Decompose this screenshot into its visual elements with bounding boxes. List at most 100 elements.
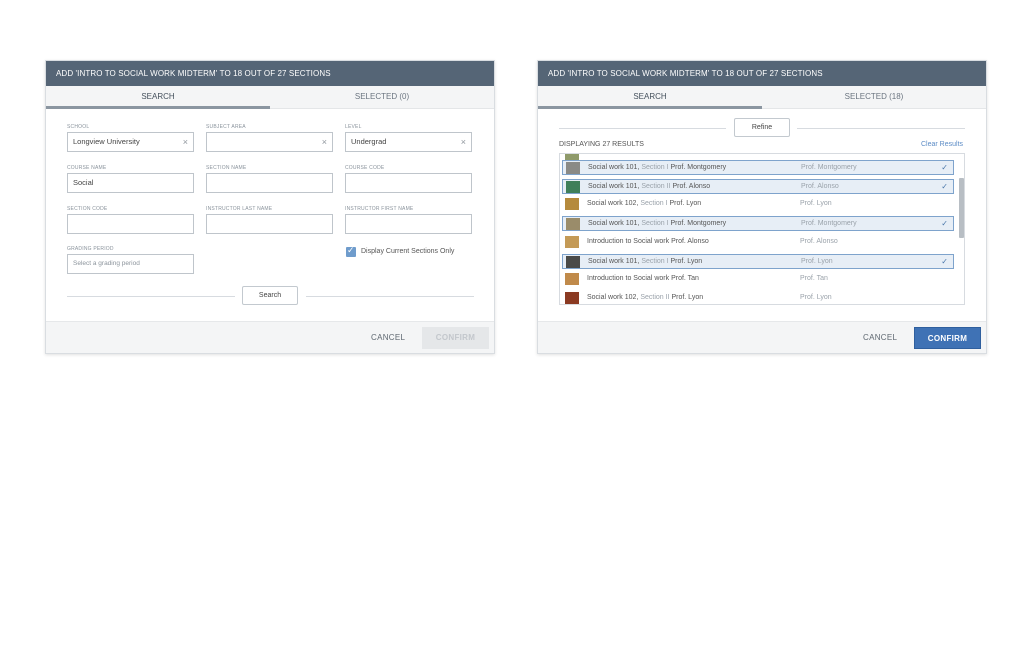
row-instructor: Prof. Lyon: [800, 293, 832, 301]
instructor-first-name-label: INSTRUCTOR FIRST NAME: [345, 206, 414, 212]
table-row[interactable]: Introduction to Social work Prof. Tan Pro…: [562, 272, 954, 287]
check-icon: ✓: [941, 219, 948, 229]
level-field[interactable]: Undergrad ×: [345, 132, 472, 152]
course-thumbnail: [566, 180, 580, 193]
section-code-field[interactable]: [67, 214, 194, 234]
cancel-button[interactable]: CANCEL: [371, 333, 405, 342]
section-name: Section I: [641, 164, 669, 171]
instructor-inline: Prof. Alonso: [672, 182, 711, 190]
instructor-inline: Prof. Alonso: [671, 237, 709, 245]
check-icon: ✓: [941, 163, 948, 172]
instructor-inline: Prof. Lyon: [670, 257, 703, 265]
row-course: Social work 101, Section I Prof. Montgom…: [588, 161, 726, 175]
table-row[interactable]: Social work 101, Section I Prof. Montgom…: [562, 216, 954, 232]
clear-icon[interactable]: ×: [322, 133, 327, 151]
course-thumbnail: [565, 273, 579, 286]
tab-bar: SEARCH SELECTED (0): [46, 86, 494, 109]
course-name: Introduction to Social work: [587, 275, 670, 283]
grading-period-placeholder: Select a grading period: [73, 260, 140, 267]
tab-search[interactable]: SEARCH: [538, 86, 762, 108]
confirm-button[interactable]: CONFIRM: [914, 327, 981, 349]
instructor-first-name-field[interactable]: [345, 214, 472, 234]
section-name-label: SECTION NAME: [206, 165, 247, 171]
instructor-inline: Prof. Tan: [671, 275, 699, 283]
row-course: Social work 101, Section I Prof. Montgom…: [588, 217, 726, 231]
row-instructor: Prof. Alonso: [800, 237, 838, 245]
level-value: Undergrad: [351, 137, 387, 146]
row-course: Introduction to Social work Prof. Alonso: [587, 235, 709, 249]
check-icon: ✓: [347, 245, 355, 255]
dialog-footer: CANCEL CONFIRM: [46, 321, 494, 353]
results-list[interactable]: Social work 101, Section I Prof. Montgom…: [559, 153, 965, 305]
row-instructor: Prof. Tan: [800, 275, 828, 283]
school-field[interactable]: Longview University ×: [67, 132, 194, 152]
instructor-inline: Prof. Montgomery: [670, 220, 727, 228]
tab-selected[interactable]: SELECTED (18): [762, 86, 986, 108]
display-current-label: Display Current Sections Only: [361, 248, 455, 255]
clear-icon[interactable]: ×: [183, 133, 188, 151]
table-row[interactable]: Social work 101, Section I Prof. Lyon Pro…: [562, 253, 954, 269]
section-name: Section II: [641, 182, 671, 190]
table-row[interactable]: Introduction to Social work Prof. Alonso…: [562, 235, 954, 250]
grading-period-select[interactable]: Select a grading period: [67, 254, 194, 274]
row-course: Social work 102, Section I Prof. Lyon: [587, 197, 701, 211]
check-icon: ✓: [941, 181, 948, 191]
school-label: SCHOOL: [67, 124, 90, 130]
section-name: Section I: [641, 220, 669, 228]
row-course: Social work 101, Section II Prof. Alonso: [588, 180, 710, 194]
active-tab-indicator: [538, 106, 762, 109]
course-name-field[interactable]: Social: [67, 173, 194, 193]
row-instructor: Prof. Lyon: [801, 257, 833, 265]
table-row[interactable]: Social work 102, Section II Prof. Lyon Pr…: [562, 291, 954, 304]
dialog-footer: CANCEL CONFIRM: [538, 321, 986, 353]
subject-area-field[interactable]: ×: [206, 132, 333, 152]
results-count: DISPLAYING 27 RESULTS: [559, 141, 644, 148]
course-code-field[interactable]: [345, 173, 472, 193]
divider: [67, 296, 235, 297]
row-course: Introduction to Social work Prof. Tan: [587, 272, 699, 286]
display-current-checkbox[interactable]: ✓: [346, 245, 356, 257]
course-name: Introduction to Social work: [587, 237, 670, 245]
tab-search[interactable]: SEARCH: [46, 86, 270, 108]
instructor-last-name-field[interactable]: [206, 214, 333, 234]
course-thumbnail: [565, 198, 579, 211]
table-row[interactable]: Social work 101, Section I Prof. Montgom…: [562, 160, 954, 175]
active-tab-indicator: [46, 106, 270, 109]
scrollbar[interactable]: [959, 178, 964, 238]
dialog-title: ADD 'INTRO TO SOCIAL WORK MIDTERM' TO 18…: [538, 61, 986, 86]
course-thumbnail: [566, 255, 580, 268]
row-course: Social work 101, Section I Prof. Lyon: [588, 255, 702, 269]
section-name: Section II: [640, 293, 670, 301]
tab-selected[interactable]: SELECTED (0): [270, 86, 494, 108]
confirm-button[interactable]: CONFIRM: [422, 327, 489, 349]
divider: [306, 296, 474, 297]
row-course: Social work 102, Section II Prof. Lyon: [587, 291, 703, 304]
course-code-label: COURSE CODE: [345, 165, 385, 171]
tab-bar: SEARCH SELECTED (18): [538, 86, 986, 109]
divider: [797, 128, 965, 129]
row-instructor: Prof. Lyon: [800, 200, 832, 208]
grading-period-label: GRADING PERIOD: [67, 246, 114, 252]
table-row[interactable]: Social work 102, Section I Prof. Lyon Pro…: [562, 197, 954, 212]
level-label: LEVEL: [345, 124, 362, 130]
row-instructor: Prof. Alonso: [801, 182, 839, 190]
school-value: Longview University: [73, 137, 140, 146]
refine-button[interactable]: Refine: [734, 118, 790, 137]
section-name: Section I: [640, 200, 668, 208]
section-name-field[interactable]: [206, 173, 333, 193]
clear-results-link[interactable]: Clear Results: [921, 141, 963, 148]
instructor-inline: Prof. Montgomery: [670, 164, 727, 171]
dialog-title: ADD 'INTRO TO SOCIAL WORK MIDTERM' TO 18…: [46, 61, 494, 86]
table-row[interactable]: Social work 101, Section II Prof. Alonso…: [562, 178, 954, 194]
row-instructor: Prof. Montgomery: [801, 164, 857, 171]
course-thumbnail: [565, 235, 579, 248]
search-button[interactable]: Search: [242, 286, 298, 305]
section-code-label: SECTION CODE: [67, 206, 108, 212]
cancel-button[interactable]: CANCEL: [863, 333, 897, 342]
clear-icon[interactable]: ×: [461, 133, 466, 151]
course-name: Social work 102,: [587, 200, 639, 208]
course-name-value: Social: [73, 178, 94, 187]
check-icon: ✓: [941, 256, 948, 266]
instructor-last-name-label: INSTRUCTOR LAST NAME: [206, 206, 273, 212]
row-instructor: Prof. Montgomery: [801, 220, 857, 228]
